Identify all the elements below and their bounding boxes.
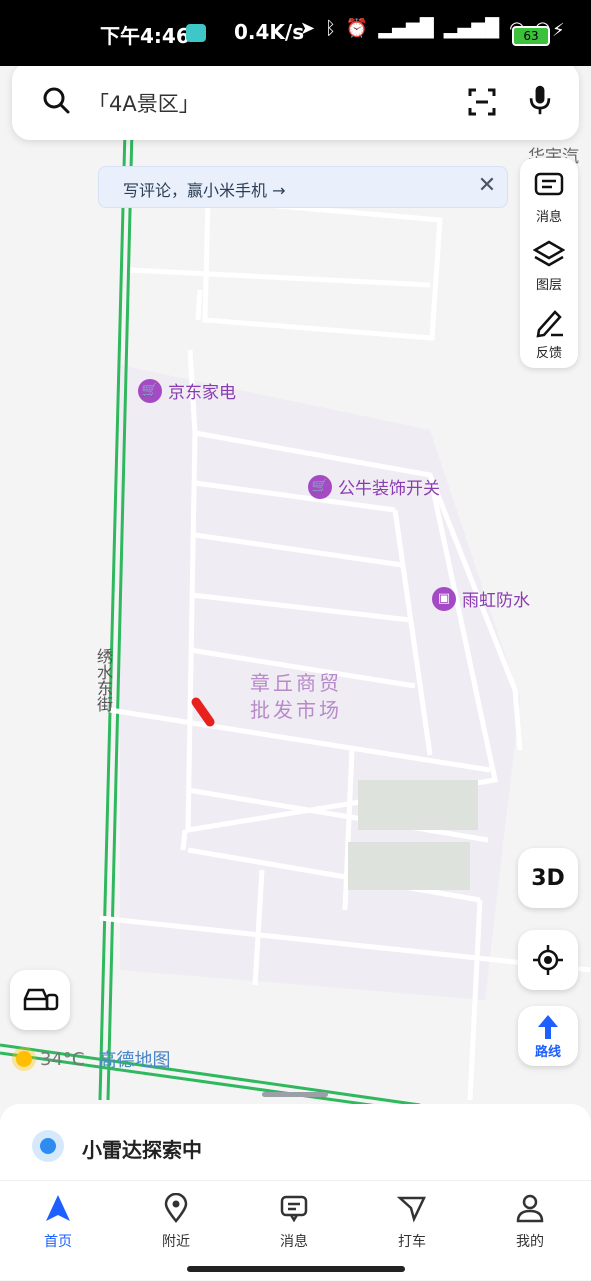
charging-icon: ⚡ [552, 20, 565, 41]
network-speed: 0.4K/s [234, 20, 305, 44]
telegram-icon [186, 24, 206, 42]
tab-label: 消息 [280, 1234, 308, 1250]
map-view[interactable]: 华宇汽 🛒 京东家电 🛒 公牛装饰开关 ▣ 雨虹防水 章丘商贸 批发市场 绣水东… [0, 50, 591, 1130]
battery-indicator: 63 [512, 26, 550, 46]
user-icon [516, 1194, 544, 1223]
route-label: 路线 [534, 1044, 561, 1060]
taxi-flag-icon [396, 1196, 426, 1223]
sun-icon [16, 1051, 32, 1067]
side-item-label: 图层 [535, 278, 562, 293]
weather-widget[interactable]: 34°C 高德地图 [16, 1046, 170, 1072]
pencil-icon [536, 310, 563, 338]
location-icon: ➤ [300, 18, 316, 39]
home-arrow-icon [46, 1195, 70, 1221]
store-icon: ▣ [432, 586, 456, 611]
route-button[interactable]: 路线 [518, 1006, 578, 1066]
signal-icon: ▂▄▆█ [378, 18, 434, 39]
area-label-line1: 章丘商贸 [250, 671, 342, 695]
search-card[interactable]: 「4A景区」 [12, 62, 579, 140]
side-item-label: 消息 [535, 210, 562, 225]
poi-label: 京东家电 [168, 383, 236, 403]
sheet-handle[interactable] [262, 1092, 328, 1097]
home-indicator [187, 1266, 405, 1272]
side-item-label: 反馈 [535, 346, 562, 361]
scan-icon[interactable] [466, 86, 498, 118]
close-icon[interactable]: ✕ [475, 174, 499, 198]
side-item-feedback[interactable]: 反馈 [520, 298, 578, 366]
location-pin-icon [164, 1192, 188, 1224]
route-arrow-icon [538, 1014, 558, 1039]
tab-home[interactable]: 首页 [18, 1193, 98, 1251]
side-toolbar: 消息 图层 反馈 [520, 158, 578, 368]
tab-label: 附近 [162, 1234, 190, 1250]
tab-label: 打车 [398, 1234, 426, 1250]
status-bar: 下午4:46 0.4K/s ➤ ᛒ ⏰ ▂▄▆█ ▂▄▆█ ◠ ◠ 63 ⚡ [0, 0, 591, 66]
area-label-line2: 批发市场 [250, 698, 342, 722]
locate-button[interactable] [518, 930, 578, 990]
bluetooth-icon: ᛒ [325, 18, 336, 39]
tab-profile[interactable]: 我的 [490, 1193, 570, 1251]
shop-icon: 🛒 [308, 474, 332, 499]
status-time: 下午4:46 [100, 24, 190, 48]
tab-taxi[interactable]: 打车 [372, 1193, 452, 1251]
brand-logo-text: 高德地图 [98, 1050, 171, 1071]
search-input[interactable]: 「4A景区」 [88, 88, 200, 118]
bottom-sheet[interactable]: 小雷达探索中 首页 附近 消息 打车 我的 [0, 1092, 591, 1280]
tab-messages[interactable]: 消息 [254, 1193, 334, 1251]
message-icon [534, 172, 564, 196]
banner-text: 写评论，赢小米手机 → [123, 181, 286, 200]
review-banner[interactable]: 写评论，赢小米手机 → ✕ [98, 166, 508, 208]
poi-label: 雨虹防水 [462, 591, 530, 611]
layers-icon [533, 240, 565, 267]
tab-label: 我的 [516, 1234, 544, 1250]
poi-jd-appliance[interactable]: 🛒 京东家电 [138, 378, 236, 403]
temperature: 34°C [40, 1048, 85, 1070]
area-label-market: 章丘商贸 批发市场 [250, 670, 342, 724]
radar-status: 小雷达探索中 [82, 1138, 202, 1162]
tab-nearby[interactable]: 附近 [136, 1192, 216, 1251]
car-icon [23, 988, 59, 1011]
radar-icon [32, 1130, 64, 1162]
toggle-3d-button[interactable]: 3D [518, 848, 578, 908]
poi-yuhong[interactable]: ▣ 雨虹防水 [432, 586, 530, 611]
message-icon [280, 1195, 308, 1223]
signal-hd-icon: ▂▄▆█ [443, 18, 500, 39]
search-icon [43, 87, 70, 114]
car-mode-button[interactable] [10, 970, 70, 1030]
poi-label: 公牛装饰开关 [338, 479, 440, 499]
street-label: 绣水东街 [94, 648, 113, 712]
side-item-messages[interactable]: 消息 [520, 162, 578, 230]
shop-icon: 🛒 [138, 378, 162, 403]
microphone-icon[interactable] [524, 84, 556, 116]
side-item-layers[interactable]: 图层 [520, 230, 578, 298]
alarm-icon: ⏰ [345, 18, 369, 39]
tab-label: 首页 [44, 1234, 72, 1250]
locate-icon [533, 945, 563, 975]
poi-bull-switch[interactable]: 🛒 公牛装饰开关 [308, 474, 440, 499]
